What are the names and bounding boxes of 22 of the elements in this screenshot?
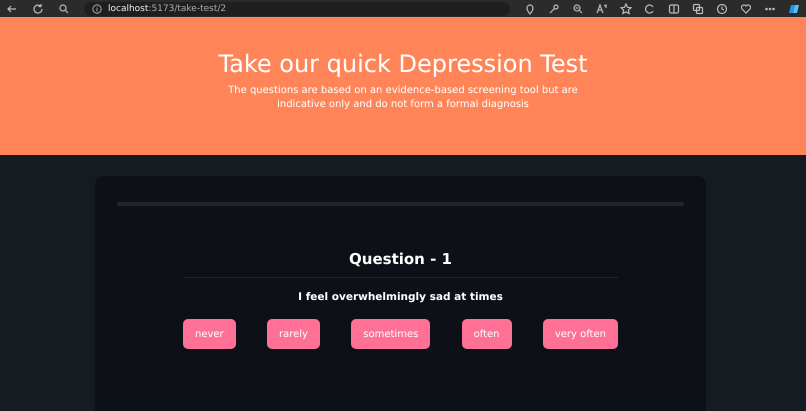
- zoom-out-icon[interactable]: [572, 2, 584, 14]
- collections-icon[interactable]: [692, 2, 704, 14]
- answer-button[interactable]: never: [183, 319, 236, 349]
- page-title: Take our quick Depression Test: [218, 50, 588, 78]
- answer-button[interactable]: often: [462, 319, 512, 349]
- answer-button[interactable]: very often: [542, 319, 618, 349]
- heart-icon[interactable]: [740, 2, 752, 14]
- split-screen-icon[interactable]: [668, 2, 680, 14]
- back-icon[interactable]: [6, 2, 18, 14]
- reload-icon[interactable]: [32, 2, 44, 14]
- page-subtitle: The questions are based on an evidence-based screening tool but are indicative only and do not form a formal diagnosis: [228, 84, 578, 112]
- search-icon[interactable]: [58, 2, 70, 14]
- answer-button[interactable]: sometimes: [351, 319, 430, 349]
- answer-button[interactable]: rarely: [266, 319, 320, 349]
- star-icon[interactable]: [620, 2, 632, 14]
- url-text: localhost:5173/take-test/2: [108, 4, 226, 14]
- question-text: I feel overwhelmingly sad at times: [298, 291, 503, 303]
- address-bar[interactable]: localhost:5173/take-test/2: [84, 2, 510, 16]
- question-title: Question - 1: [349, 250, 452, 268]
- pin-icon[interactable]: [524, 2, 536, 14]
- info-icon[interactable]: [92, 4, 102, 14]
- history-icon[interactable]: [716, 2, 728, 14]
